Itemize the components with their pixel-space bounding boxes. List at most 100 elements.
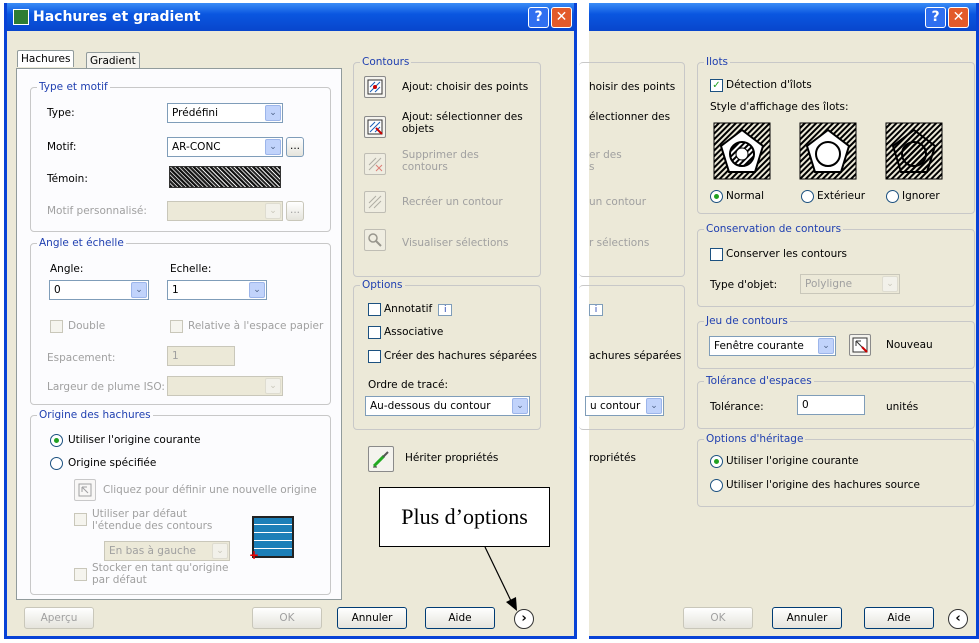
chevron-down-icon: ⌄ [818, 338, 834, 354]
type-select[interactable]: Prédéfini ⌄ [167, 103, 283, 123]
group-title: Jeu de contours [704, 315, 790, 327]
default-extent-label: Utiliser par défaut l'étendue des contou… [92, 508, 213, 532]
island-detection-checkbox[interactable]: ✓ [710, 79, 723, 92]
double-checkbox[interactable] [50, 320, 63, 333]
preview-button[interactable]: Aperçu [24, 607, 94, 629]
add-select-objects-button[interactable] [364, 116, 386, 138]
separate-hatches-label: Créer des hachures séparées [384, 350, 537, 362]
select-objects-icon [367, 119, 383, 135]
title-bar: Hachures et gradient ? ✕ [7, 3, 574, 31]
inherit-current-origin-radio[interactable] [710, 455, 723, 468]
store-default-checkbox[interactable] [74, 568, 87, 581]
boundary-set-select[interactable]: Fenêtre courante ⌄ [709, 336, 836, 356]
pick-point-icon [78, 483, 92, 497]
view-selections-button[interactable] [364, 229, 386, 251]
custom-pattern-select[interactable]: ⌄ [167, 201, 283, 221]
group-title: Options d'héritage [704, 433, 806, 445]
remove-boundaries-label[interactable]: Supprimer des contours [402, 149, 512, 173]
island-outer-icon[interactable] [799, 122, 857, 180]
associative-checkbox[interactable] [368, 326, 381, 339]
pattern-swatch[interactable] [169, 166, 281, 188]
close-button[interactable]: ✕ [948, 7, 969, 28]
default-extent-checkbox[interactable] [74, 513, 87, 526]
group-title: Ilots [704, 56, 731, 68]
associative-label: Associative [384, 326, 444, 338]
tab-hachures[interactable]: Hachures [17, 50, 75, 67]
group-title: Contours [360, 56, 412, 68]
scale-select[interactable]: 1 ⌄ [167, 280, 267, 300]
title-bar-expanded: ? ✕ [589, 3, 976, 31]
inherit-source-origin-label: Utiliser l'origine des hachures source [726, 479, 920, 491]
help-title-button[interactable]: ? [528, 7, 549, 28]
partial-view[interactable]: r sélections [589, 237, 649, 249]
island-normal-radio[interactable] [710, 190, 723, 203]
temoin-label: Témoin: [47, 173, 88, 185]
partial-inherit[interactable]: ropriétés [589, 452, 636, 464]
recreate-boundary-button[interactable] [364, 191, 386, 213]
motif-browse-button[interactable]: ... [286, 137, 304, 157]
inherit-properties-button[interactable] [368, 446, 394, 472]
new-boundary-set-button[interactable] [849, 334, 871, 356]
partial-remove-2[interactable]: s [589, 161, 594, 173]
tab-gradient[interactable]: Gradient [86, 52, 140, 69]
add-select-objects-label[interactable]: Ajout: sélectionner des objets [402, 111, 532, 135]
origin-specified-radio[interactable] [50, 457, 63, 470]
store-default-label: Stocker en tant qu'origine par défaut [92, 562, 229, 586]
origin-specified-label: Origine spécifiée [68, 457, 157, 469]
retain-boundaries-checkbox[interactable] [710, 248, 723, 261]
ok-button[interactable]: OK [252, 607, 322, 629]
partial-recreate[interactable]: un contour [589, 196, 646, 208]
recreate-boundary-label[interactable]: Recréer un contour [402, 196, 503, 208]
object-type-select[interactable]: Polyligne ⌄ [800, 274, 900, 294]
tolerance-input[interactable]: 0 [797, 395, 865, 415]
help-title-button[interactable]: ? [925, 7, 946, 28]
partial-pick-points[interactable]: hoisir des points [589, 81, 675, 93]
relative-checkbox[interactable] [170, 320, 183, 333]
origin-current-radio[interactable] [50, 434, 63, 447]
more-options-callout: Plus d’options [379, 487, 550, 547]
motif-perso-label: Motif personnalisé: [47, 205, 147, 217]
group-title: Angle et échelle [37, 237, 126, 249]
annotative-checkbox[interactable] [368, 303, 381, 316]
group-title: Options [360, 279, 405, 291]
partial-draw-order-select[interactable]: u contour ⌄ [585, 396, 664, 416]
annotative-text: Annotatif [384, 303, 433, 315]
close-button[interactable]: ✕ [551, 7, 572, 28]
boundary-set-value: Fenêtre courante [714, 340, 804, 352]
info-icon[interactable]: i [438, 304, 453, 316]
help-button[interactable]: Aide [864, 607, 934, 629]
partial-remove[interactable]: er des [589, 149, 622, 161]
island-normal-icon[interactable] [713, 122, 771, 180]
inherit-source-origin-radio[interactable] [710, 479, 723, 492]
pick-origin-button[interactable] [74, 479, 96, 501]
cancel-button[interactable]: Annuler [337, 607, 407, 629]
iso-pen-select[interactable]: ⌄ [167, 376, 283, 396]
extent-position-select[interactable]: En bas à gauche ⌄ [104, 541, 230, 561]
spacing-input[interactable]: 1 [167, 346, 235, 366]
island-outer-radio[interactable] [801, 190, 814, 203]
add-pick-points-button[interactable] [364, 76, 386, 98]
paintbrush-icon [372, 451, 389, 468]
info-icon[interactable]: i [589, 304, 603, 316]
island-ignore-radio[interactable] [886, 190, 899, 203]
motif-value: AR-CONC [172, 141, 221, 153]
motif-select[interactable]: AR-CONC ⌄ [167, 137, 283, 157]
view-selections-label[interactable]: Visualiser sélections [402, 237, 509, 249]
less-options-button[interactable]: ‹ [948, 609, 968, 629]
separate-hatches-checkbox[interactable] [368, 350, 381, 363]
partial-select-objects[interactable]: électionner des [589, 111, 670, 123]
remove-boundaries-button[interactable] [364, 153, 386, 175]
custom-browse-button[interactable]: ... [286, 201, 304, 221]
tolerance-unit: unités [886, 401, 919, 413]
ok-button[interactable]: OK [683, 607, 753, 629]
inherit-properties-label[interactable]: Hériter propriétés [405, 452, 498, 464]
draw-order-select[interactable]: Au-dessous du contour ⌄ [365, 396, 530, 416]
add-pick-points-label[interactable]: Ajout: choisir des points [402, 81, 528, 93]
angle-select[interactable]: 0 ⌄ [49, 280, 149, 300]
island-ignore-icon[interactable] [885, 122, 943, 180]
callout-arrow-icon [484, 546, 517, 611]
chevron-down-icon: ⌄ [265, 378, 281, 394]
scale-value: 1 [172, 284, 179, 296]
echelle-label: Echelle: [170, 263, 212, 275]
cancel-button[interactable]: Annuler [772, 607, 842, 629]
